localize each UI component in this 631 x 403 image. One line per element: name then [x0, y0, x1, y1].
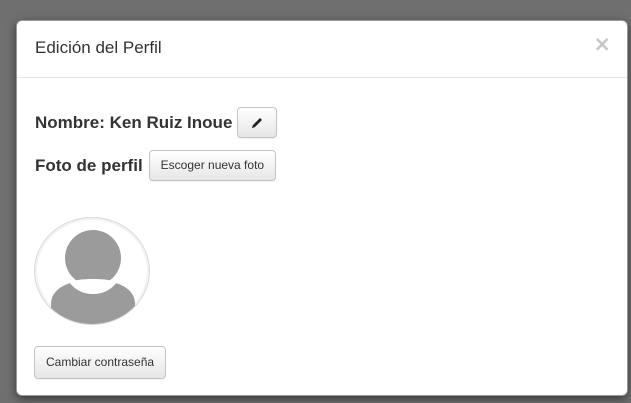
profile-edit-modal: Edición del Perfil × Nombre: Ken Ruiz In…: [16, 20, 628, 396]
modal-title: Edición del Perfil: [35, 38, 162, 57]
modal-header: Edición del Perfil ×: [17, 21, 627, 78]
pencil-icon: [252, 117, 263, 128]
name-row: Nombre: Ken Ruiz Inoue: [35, 107, 278, 138]
photo-row: Foto de perfil Escoger nueva foto: [35, 150, 277, 181]
choose-photo-button[interactable]: Escoger nueva foto: [148, 150, 277, 181]
photo-label: Foto de perfil: [35, 155, 143, 175]
avatar: [34, 217, 150, 325]
change-password-button[interactable]: Cambiar contraseña: [34, 346, 167, 379]
default-user-avatar-icon: [51, 230, 135, 324]
edit-name-button[interactable]: [237, 107, 278, 138]
name-label: Nombre: Ken Ruiz Inoue: [35, 112, 233, 132]
close-button[interactable]: ×: [593, 34, 611, 55]
